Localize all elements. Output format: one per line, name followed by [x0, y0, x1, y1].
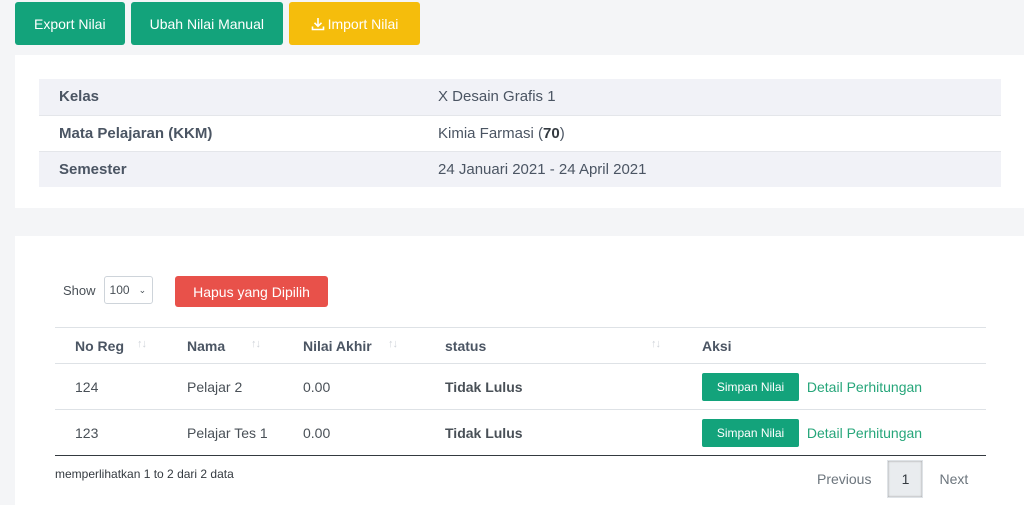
page-size-select[interactable]: 100 ⌄: [103, 276, 153, 304]
table-row: 123 Pelajar Tes 1 0.00 Tidak Lulus Simpa…: [55, 409, 986, 456]
page-size-value: 100: [109, 283, 130, 297]
class-info-card: Kelas X Desain Grafis 1 Mata Pelajaran (…: [15, 55, 1024, 208]
page-size-control: Show 100 ⌄: [63, 276, 153, 304]
ubah-nilai-manual-button[interactable]: Ubah Nilai Manual: [130, 2, 283, 45]
col-header-nilai-akhir[interactable]: Nilai Akhir ↑↓: [289, 327, 426, 364]
col-header-label: Aksi: [702, 337, 732, 354]
info-row-semester: Semester 24 Januari 2021 - 24 April 2021: [39, 151, 1001, 187]
subject-name: Kimia Farmasi (: [438, 124, 544, 142]
sort-arrows-icon: ↑↓: [137, 338, 147, 350]
info-label: Mata Pelajaran (KKM): [39, 115, 438, 152]
info-label: Semester: [39, 151, 438, 187]
table-header-row: No Reg ↑↓ Nama ↑↓ Nilai Akhir ↑↓ status ↑↓ A…: [55, 327, 986, 364]
cell-nilai-akhir: 0.00: [289, 363, 426, 410]
col-header-no-reg[interactable]: No Reg ↑↓: [55, 327, 167, 364]
simpan-nilai-button[interactable]: Simpan Nilai: [702, 418, 799, 447]
cell-nama: Pelajar Tes 1: [167, 409, 289, 456]
info-value: X Desain Grafis 1: [438, 79, 1001, 116]
info-row-mata-pelajaran: Mata Pelajaran (KKM) Kimia Farmasi (70): [39, 115, 1001, 152]
table-row: 124 Pelajar 2 0.00 Tidak Lulus Simpan Ni…: [55, 363, 986, 410]
hapus-dipilih-button[interactable]: Hapus yang Dipilih: [175, 276, 328, 307]
cell-no-reg: 124: [55, 363, 167, 410]
grades-table: No Reg ↑↓ Nama ↑↓ Nilai Akhir ↑↓ status ↑↓ A…: [55, 327, 986, 456]
col-header-label: Nilai Akhir: [303, 337, 372, 354]
table-info-text: memperlihatkan 1 to 2 dari 2 data: [55, 467, 234, 481]
chevron-down-icon: ⌄: [138, 284, 147, 295]
col-header-status[interactable]: status ↑↓: [426, 327, 689, 364]
grades-card: Show 100 ⌄ Hapus yang Dipilih No Reg ↑↓ N…: [15, 236, 1024, 505]
pagination: Previous 1 Next: [803, 460, 982, 498]
simpan-nilai-button[interactable]: Simpan Nilai: [702, 372, 799, 401]
show-label: Show: [63, 282, 96, 298]
cell-no-reg: 123: [55, 409, 167, 456]
info-label: Kelas: [39, 79, 438, 116]
import-nilai-button[interactable]: Import Nilai: [289, 2, 420, 45]
col-header-nama[interactable]: Nama ↑↓: [167, 327, 289, 364]
cell-aksi: Simpan Nilai Detail Perhitungan: [689, 409, 986, 456]
class-info-table: Kelas X Desain Grafis 1 Mata Pelajaran (…: [39, 79, 1001, 187]
info-value: 24 Januari 2021 - 24 April 2021: [438, 151, 1001, 187]
pagination-page-1[interactable]: 1: [887, 460, 924, 498]
cell-aksi: Simpan Nilai Detail Perhitungan: [689, 363, 986, 410]
cell-status: Tidak Lulus: [426, 409, 689, 456]
download-icon: [311, 17, 324, 30]
toolbar: Export Nilai Ubah Nilai Manual Import Ni…: [15, 2, 420, 45]
detail-perhitungan-link[interactable]: Detail Perhitungan: [807, 379, 922, 395]
pagination-previous[interactable]: Previous: [803, 471, 887, 487]
sort-arrows-icon: ↑↓: [251, 338, 261, 350]
col-header-aksi: Aksi: [689, 327, 986, 364]
info-value: Kimia Farmasi (70): [438, 115, 1001, 152]
sort-arrows-icon: ↑↓: [651, 338, 661, 350]
col-header-label: No Reg: [75, 337, 124, 354]
pagination-next[interactable]: Next: [923, 471, 982, 487]
cell-nama: Pelajar 2: [167, 363, 289, 410]
export-nilai-button[interactable]: Export Nilai: [15, 2, 125, 45]
info-row-kelas: Kelas X Desain Grafis 1: [39, 79, 1001, 116]
cell-nilai-akhir: 0.00: [289, 409, 426, 456]
import-nilai-label: Import Nilai: [327, 15, 399, 32]
detail-perhitungan-link[interactable]: Detail Perhitungan: [807, 425, 922, 441]
kkm-value: 70: [543, 124, 560, 142]
col-header-label: Nama: [187, 337, 226, 354]
subject-suffix: ): [559, 124, 565, 142]
cell-status: Tidak Lulus: [426, 363, 689, 410]
sort-arrows-icon: ↑↓: [388, 338, 398, 350]
col-header-label: status: [445, 337, 487, 354]
